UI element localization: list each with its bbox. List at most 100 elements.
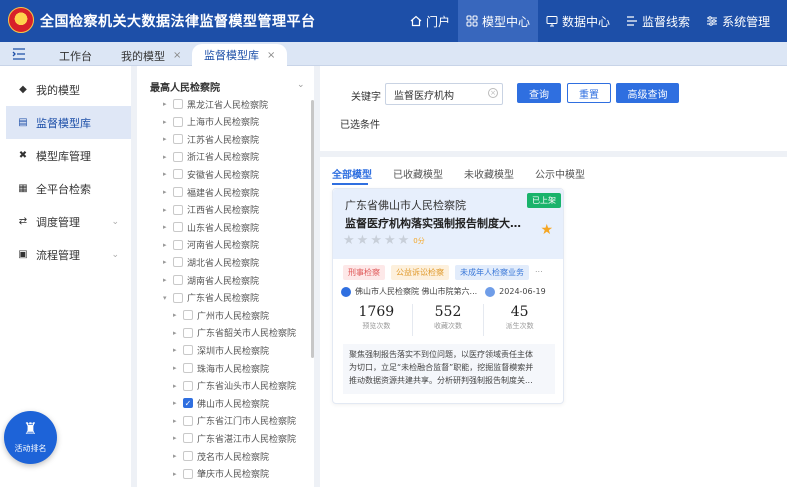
checkbox[interactable]	[173, 187, 183, 197]
favorite-star-icon[interactable]: ★	[540, 222, 553, 238]
chevron-right-icon[interactable]: ▸	[173, 452, 183, 460]
checkbox[interactable]: ✓	[183, 398, 193, 409]
nav-model-center[interactable]: 模型中心	[458, 0, 539, 42]
chevron-right-icon[interactable]: ▸	[163, 258, 173, 266]
chevron-right-icon[interactable]: ▸	[163, 170, 173, 178]
tree-node-province[interactable]: ▸ 河南省人民检察院	[163, 237, 259, 253]
checkbox[interactable]	[183, 363, 193, 373]
tree-node-province[interactable]: ▸ 湖南省人民检察院	[163, 272, 259, 288]
tree-node-city[interactable]: ▸ 珠海市人民检察院	[173, 360, 269, 376]
checkbox[interactable]	[183, 327, 193, 338]
checkbox[interactable]	[173, 275, 183, 285]
tree-node-city[interactable]: ▸ 广东省韶关市人民检察院	[173, 325, 296, 341]
sidebar-item-model-library[interactable]: ▤ 监督模型库	[6, 106, 131, 139]
tree-node-province[interactable]: ▸ 黑龙江省人民检察院	[163, 96, 268, 112]
nav-system[interactable]: 系统管理	[698, 0, 778, 42]
tab-model-library[interactable]: 监督模型库 ×	[192, 44, 288, 66]
tab-favorited-models[interactable]: 已收藏模型	[393, 166, 443, 181]
chevron-right-icon[interactable]: ▸	[173, 382, 183, 390]
checkbox[interactable]	[173, 99, 183, 109]
tree-node-province[interactable]: ▸ 浙江省人民检察院	[163, 149, 259, 165]
chevron-right-icon[interactable]: ▸	[163, 100, 173, 108]
chevron-right-icon[interactable]: ▸	[173, 434, 183, 442]
tree-node-province[interactable]: ▸ 山东省人民检察院	[163, 219, 259, 235]
checkbox[interactable]	[173, 134, 183, 145]
tree-node-city[interactable]: ▸ 茂名市人民检察院	[173, 448, 269, 464]
tab-workbench[interactable]: 工作台	[59, 45, 92, 66]
nav-data-center[interactable]: 数据中心	[538, 0, 618, 42]
checkbox[interactable]	[183, 451, 193, 461]
keyword-input[interactable]	[385, 83, 503, 105]
checkbox[interactable]	[183, 380, 193, 391]
chevron-right-icon[interactable]: ▸	[173, 311, 183, 319]
checkbox[interactable]	[173, 169, 183, 180]
chevron-right-icon[interactable]: ▸	[163, 276, 173, 284]
tree-node-city[interactable]: ▸ 肇庆市人民检察院	[173, 466, 269, 482]
chevron-right-icon[interactable]: ▸	[163, 118, 173, 126]
tree-node-province[interactable]: ▾ 广东省人民检察院	[163, 290, 259, 306]
checkbox[interactable]	[173, 116, 183, 127]
card-title[interactable]: 监督医疗机构落实强制报告制度大数...	[345, 215, 530, 231]
tab-unfavorited-models[interactable]: 未收藏模型	[464, 166, 514, 181]
chevron-down-icon[interactable]: ⌄	[297, 80, 305, 90]
activity-ranking-button[interactable]: ♜ 活动排名	[4, 411, 57, 464]
tab-all-models[interactable]: 全部模型	[332, 166, 372, 181]
chevron-right-icon[interactable]: ▸	[163, 223, 173, 231]
chevron-right-icon[interactable]: ▸	[163, 241, 173, 249]
sidebar-item-my-models[interactable]: ◆ 我的模型	[0, 73, 131, 106]
reset-button[interactable]: 重置	[567, 83, 611, 103]
tree-node-city[interactable]: ▸ ✓ 佛山市人民检察院	[173, 395, 269, 411]
chevron-right-icon[interactable]: ▸	[173, 417, 183, 425]
chevron-down-icon[interactable]: ▾	[163, 294, 173, 302]
tab-public-models[interactable]: 公示中模型	[535, 166, 585, 181]
nav-clues[interactable]: 监督线索	[618, 0, 698, 42]
chevron-right-icon[interactable]: ▸	[173, 364, 183, 372]
checkbox[interactable]	[183, 433, 193, 444]
tree-scrollbar[interactable]	[311, 100, 314, 358]
tree-root-label[interactable]: 最高人民检察院	[150, 79, 220, 94]
tree-node-province[interactable]: ▸ 江西省人民检察院	[163, 202, 259, 218]
sidebar-item-library-management[interactable]: ✖ 模型库管理	[0, 139, 131, 172]
nav-portal[interactable]: 门户	[402, 0, 458, 42]
chevron-right-icon[interactable]: ▸	[163, 206, 173, 214]
chevron-right-icon[interactable]: ▸	[163, 135, 173, 143]
chevron-right-icon[interactable]: ▸	[173, 346, 183, 354]
close-icon[interactable]: ×	[267, 50, 275, 61]
tree-node-province[interactable]: ▸ 安徽省人民检察院	[163, 166, 259, 182]
query-button[interactable]: 查询	[517, 83, 561, 103]
tree-node-city[interactable]: ▸ 深圳市人民检察院	[173, 342, 269, 358]
model-card[interactable]: 已上架 广东省佛山市人民检察院 监督医疗机构落实强制报告制度大数... ★ ★ …	[332, 188, 564, 404]
chevron-right-icon[interactable]: ▸	[173, 470, 183, 478]
sidebar-item-dispatch[interactable]: ⇄ 调度管理 ⌄	[0, 205, 131, 238]
tree-node-province[interactable]: ▸ 湖北省人民检察院	[163, 254, 259, 270]
chevron-right-icon[interactable]: ▸	[173, 329, 183, 337]
checkbox[interactable]	[183, 310, 193, 321]
checkbox[interactable]	[173, 222, 183, 233]
sidebar-item-platform-search[interactable]: ▦ 全平台检索	[0, 172, 131, 205]
tab-bar: 工作台 我的模型 × 监督模型库 ×	[0, 42, 787, 66]
tree-node-city[interactable]: ▸ 广东省湛江市人民检察院	[173, 430, 296, 446]
tree-node-province[interactable]: ▸ 江苏省人民检察院	[163, 131, 259, 147]
checkbox[interactable]	[173, 204, 183, 215]
clear-icon[interactable]: ×	[488, 88, 498, 98]
checkbox[interactable]	[173, 239, 183, 250]
checkbox[interactable]	[183, 468, 193, 479]
checkbox[interactable]	[173, 292, 183, 303]
chevron-right-icon[interactable]: ▸	[163, 153, 173, 161]
tree-node-province[interactable]: ▸ 福建省人民检察院	[163, 184, 259, 200]
sidebar-item-process[interactable]: ▣ 流程管理 ⌄	[0, 238, 131, 271]
advanced-query-button[interactable]: 高级查询	[616, 83, 679, 103]
tab-my-models[interactable]: 我的模型 ×	[121, 45, 181, 66]
tree-node-city[interactable]: ▸ 广东省汕头市人民检察院	[173, 378, 296, 394]
close-icon[interactable]: ×	[173, 50, 181, 61]
tree-node-city[interactable]: ▸ 广东省江门市人民检察院	[173, 413, 296, 429]
tree-node-city[interactable]: ▸ 广州市人民检察院	[173, 307, 269, 323]
chevron-right-icon[interactable]: ▸	[173, 399, 183, 407]
tree-node-province[interactable]: ▸ 上海市人民检察院	[163, 114, 259, 130]
checkbox[interactable]	[173, 257, 183, 268]
menu-collapse-icon[interactable]	[12, 47, 26, 61]
chevron-right-icon[interactable]: ▸	[163, 188, 173, 196]
checkbox[interactable]	[183, 415, 193, 426]
checkbox[interactable]	[173, 151, 183, 162]
checkbox[interactable]	[183, 345, 193, 356]
